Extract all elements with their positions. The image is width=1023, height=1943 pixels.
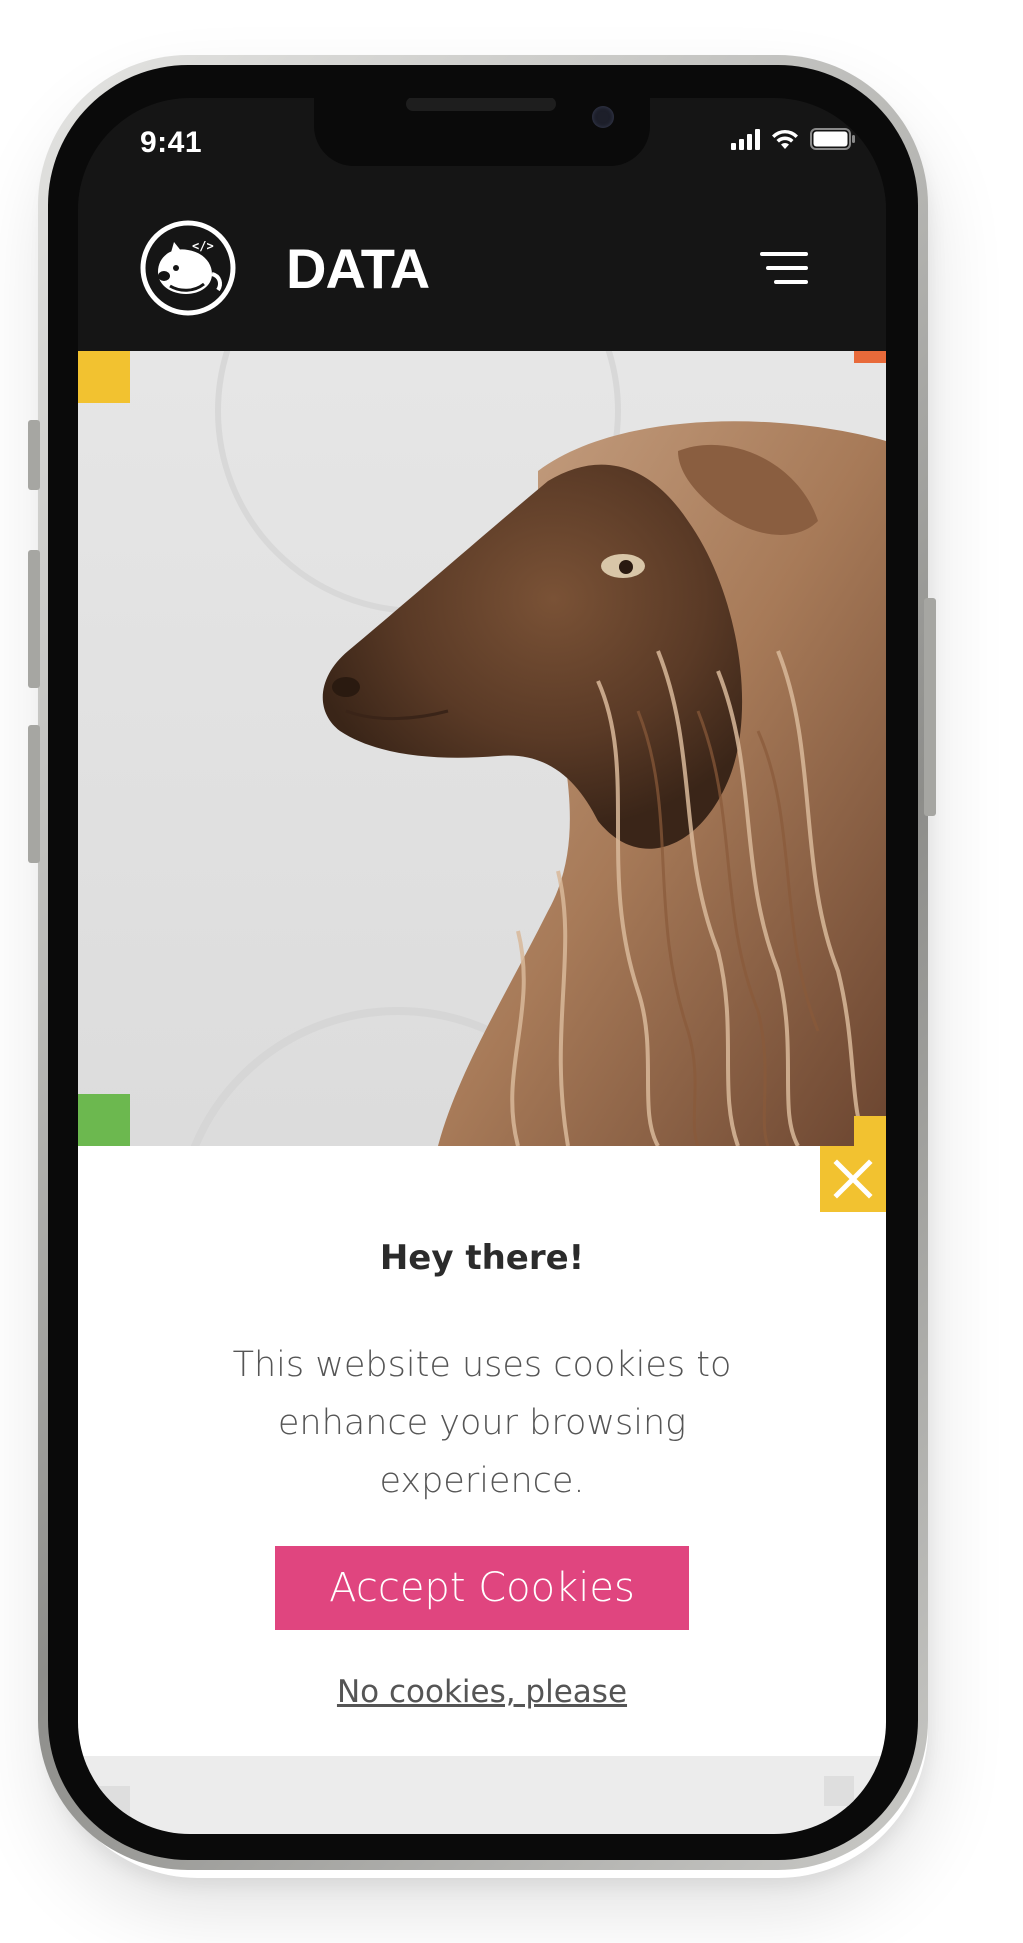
accept-cookies-button[interactable]: Accept Cookies <box>275 1546 689 1630</box>
site-header: </> DATA <box>78 186 886 351</box>
status-icons <box>731 128 856 150</box>
wifi-icon <box>770 128 800 150</box>
phone-action-button <box>28 420 40 490</box>
phone-screen: 9:41 </> DATA Hey there! This website us… <box>78 98 886 1834</box>
cellular-signal-icon <box>731 128 760 150</box>
cookie-banner: Hey there! This website uses cookies to … <box>78 1116 886 1756</box>
hero-section <box>78 351 886 1146</box>
decline-cookies-link[interactable]: No cookies, please <box>78 1674 886 1710</box>
svg-text:</>: </> <box>192 239 214 253</box>
cookie-banner-title: Hey there! <box>379 1238 585 1278</box>
front-camera <box>592 106 614 128</box>
brand-title[interactable]: DATA <box>286 236 430 301</box>
accent-square-yellow <box>78 351 130 403</box>
close-button[interactable] <box>820 1146 886 1212</box>
accent-square-green <box>78 1094 130 1146</box>
cookie-banner-message: This website uses cookies to enhance you… <box>232 1345 732 1501</box>
next-section-preview <box>78 1756 886 1834</box>
phone-volume-down-button <box>28 725 40 863</box>
phone-volume-up-button <box>28 550 40 688</box>
hamburger-menu-icon <box>760 252 808 284</box>
menu-button[interactable] <box>758 246 814 290</box>
pig-coder-logo-icon[interactable]: </> <box>140 220 236 316</box>
placeholder-square-right <box>824 1776 854 1806</box>
phone-power-button <box>924 598 936 816</box>
battery-icon <box>810 128 856 150</box>
speaker-grille <box>406 98 556 111</box>
close-button-accent <box>854 1116 886 1146</box>
accent-square-orange <box>854 351 886 363</box>
close-icon <box>833 1159 873 1199</box>
sheep-portrait-photo <box>190 351 886 1146</box>
placeholder-square-left <box>78 1786 130 1834</box>
status-time: 9:41 <box>140 126 203 159</box>
